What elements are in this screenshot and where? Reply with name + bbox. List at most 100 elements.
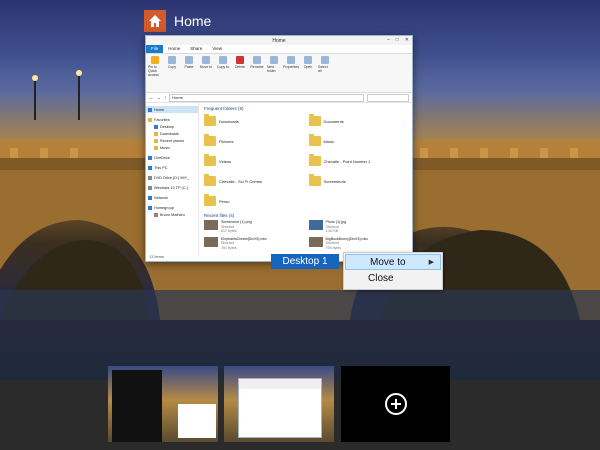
nav-network[interactable]: Network (146, 194, 198, 201)
folder-icon (204, 134, 216, 146)
move-icon (202, 56, 210, 64)
status-bar-count: 13 items (149, 254, 165, 259)
frequent-folders-header[interactable]: Frequent folders (9) (204, 106, 407, 111)
recent-file-item[interactable]: Screenshot (1).png Shortcut 817 bytes (204, 220, 303, 234)
open-button[interactable]: Open (301, 56, 315, 69)
recent-file-item[interactable]: BigBuckBunny[DivX5].mkv Shortcut 793 bytes (308, 236, 408, 251)
copy-to-button[interactable]: Copy to (216, 56, 230, 69)
nav-downloads[interactable]: Downloads (146, 130, 198, 137)
folder-item[interactable]: Music (308, 133, 408, 149)
folder-icon (204, 174, 216, 186)
new-folder-icon (270, 56, 278, 64)
select-icon (321, 56, 329, 64)
explorer-window-title: Home (272, 37, 286, 44)
maximize-icon[interactable]: □ (396, 37, 399, 43)
nav-dvd-drive[interactable]: DVD Drive (D:) IMY_ (146, 174, 198, 181)
user-icon (154, 212, 158, 217)
new-folder-button[interactable]: New folder (267, 56, 281, 73)
tab-share[interactable]: Share (185, 45, 207, 53)
properties-button[interactable]: Properties (283, 56, 299, 69)
move-to-menu-item[interactable]: Move to ▶ (345, 254, 441, 270)
search-input[interactable] (367, 93, 409, 102)
folder-icon (204, 114, 216, 126)
explorer-window-thumbnail (238, 378, 322, 438)
nav-music[interactable]: Music (146, 144, 198, 151)
drive-icon (148, 175, 152, 180)
context-menu: Move to ▶ Close (343, 252, 443, 290)
folder-item[interactable]: Chevalle - Point Number 1 (308, 153, 408, 169)
folder-item[interactable]: Perso (204, 193, 303, 209)
folder-item[interactable]: Downloads (204, 113, 303, 129)
nav-homegroup[interactable]: Homegroup (146, 204, 198, 211)
virtual-desktop-2-thumbnail[interactable] (224, 366, 334, 442)
desktop-nav-icon (154, 124, 158, 129)
nav-recent-places[interactable]: Recent places (146, 137, 198, 144)
folder-item[interactable]: Documents (308, 113, 408, 129)
nav-onedrive[interactable]: OneDrive (146, 154, 198, 161)
tab-home[interactable]: Home (163, 45, 185, 53)
tab-view[interactable]: View (207, 45, 227, 53)
folder-icon (204, 194, 216, 206)
folder-icon (308, 114, 321, 126)
address-bar-row: ← → ↑ Home (146, 93, 412, 103)
nav-user[interactable]: Bruno Mathieu (146, 211, 198, 218)
folder-icon (204, 154, 216, 166)
lamp-posts-illustration (32, 70, 82, 120)
app-title-bar: Home (144, 10, 211, 32)
rename-button[interactable]: Rename (250, 56, 264, 69)
video-thumbnail-icon (204, 236, 218, 247)
copy-button[interactable]: Copy (165, 56, 179, 69)
star-nav-icon (148, 117, 152, 122)
file-explorer-window[interactable]: Home – □ ✕ File Home Share View Pin to Q… (145, 35, 413, 262)
address-input[interactable]: Home (169, 93, 364, 102)
virtual-desktop-1-thumbnail[interactable] (108, 366, 218, 442)
ribbon-tabs: File Home Share View (146, 45, 412, 54)
image-thumbnail-icon (204, 220, 218, 230)
close-menu-item[interactable]: Close (344, 270, 442, 286)
drive-icon (148, 185, 152, 190)
close-icon[interactable]: ✕ (405, 37, 409, 43)
app-title: Home (174, 13, 212, 29)
nav-home[interactable]: Home (146, 106, 198, 113)
explorer-title-bar[interactable]: Home – □ ✕ (146, 36, 412, 45)
plus-icon (384, 393, 407, 415)
folder-item[interactable]: Videos (204, 153, 303, 169)
paste-icon (185, 56, 193, 64)
navigation-pane: Home Favorites Desktop Downloads Recent … (146, 103, 199, 255)
nav-this-pc[interactable]: This PC (146, 164, 198, 171)
new-desktop-button[interactable] (341, 366, 450, 442)
delete-icon (236, 56, 244, 64)
folder-item[interactable]: Pictures (204, 133, 303, 149)
move-to-button[interactable]: Move to (199, 56, 213, 69)
folder-icon (308, 174, 321, 186)
pin-button[interactable]: Pin to Quick access (148, 56, 162, 77)
music-nav-icon (154, 145, 158, 150)
recent-file-item[interactable]: ElephantsDream[DivX5].mkv Shortcut 781 byt… (204, 236, 303, 251)
open-icon (304, 56, 312, 64)
back-icon[interactable]: ← (149, 95, 154, 100)
delete-button[interactable]: Delete (233, 56, 247, 69)
recent-file-item[interactable]: Photo (1).jpg Shortcut 1,52 KB (308, 220, 408, 234)
video-thumbnail-icon (308, 236, 323, 247)
up-icon[interactable]: ↑ (164, 95, 166, 100)
nav-windows-drive[interactable]: Windows 10 TP (C:) (146, 184, 198, 191)
forward-icon[interactable]: → (157, 95, 162, 100)
image-thumbnail-icon (308, 220, 323, 230)
home-nav-icon (148, 107, 152, 112)
home-icon (144, 10, 166, 32)
select-all-button[interactable]: Select all (318, 56, 332, 73)
minimize-icon[interactable]: – (387, 37, 390, 43)
paste-button[interactable]: Paste (182, 56, 196, 69)
recent-files-header[interactable]: Recent files (4) (204, 213, 407, 218)
nav-favorites[interactable]: Favorites (146, 116, 198, 123)
downloads-nav-icon (154, 131, 158, 136)
nav-desktop[interactable]: Desktop (146, 123, 198, 130)
window-thumbnail (178, 404, 216, 438)
copy-to-icon (219, 56, 227, 64)
desktop-1-button[interactable]: Desktop 1 (271, 254, 339, 269)
tab-file[interactable]: File (146, 45, 164, 53)
terminal-window-thumbnail (112, 370, 162, 442)
folder-item[interactable]: Screenshots (308, 173, 408, 189)
folder-item[interactable]: Chevalle - Sci Fi Crimes (204, 173, 303, 189)
folder-icon (308, 134, 321, 146)
